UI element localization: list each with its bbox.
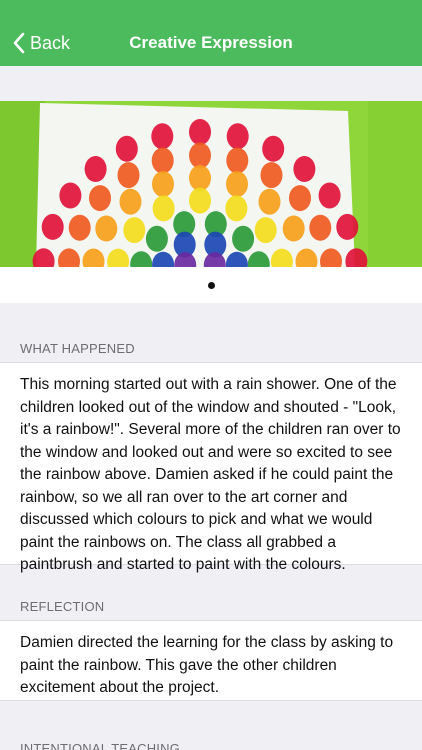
section-header-reflection: REFLECTION xyxy=(20,599,105,614)
section-header-intentional-teaching: INTENTIONAL TEACHING xyxy=(20,741,181,750)
rainbow-painting-photo xyxy=(0,101,422,267)
photo-carousel[interactable] xyxy=(0,101,422,303)
reflection-card: Damien directed the learning for the cla… xyxy=(0,620,422,701)
what-happened-card: This morning started out with a rain sho… xyxy=(0,362,422,573)
page-dot-active xyxy=(207,282,215,289)
reflection-text: Damien directed the learning for the cla… xyxy=(20,634,394,696)
navigation-bar: Back Creative Expression xyxy=(0,0,422,66)
page-indicator[interactable] xyxy=(0,282,422,289)
page-title: Creative Expression xyxy=(129,33,293,52)
section-header-what-happened: WHAT HAPPENED xyxy=(20,341,135,356)
what-happened-text: This morning started out with a rain sho… xyxy=(20,376,401,573)
